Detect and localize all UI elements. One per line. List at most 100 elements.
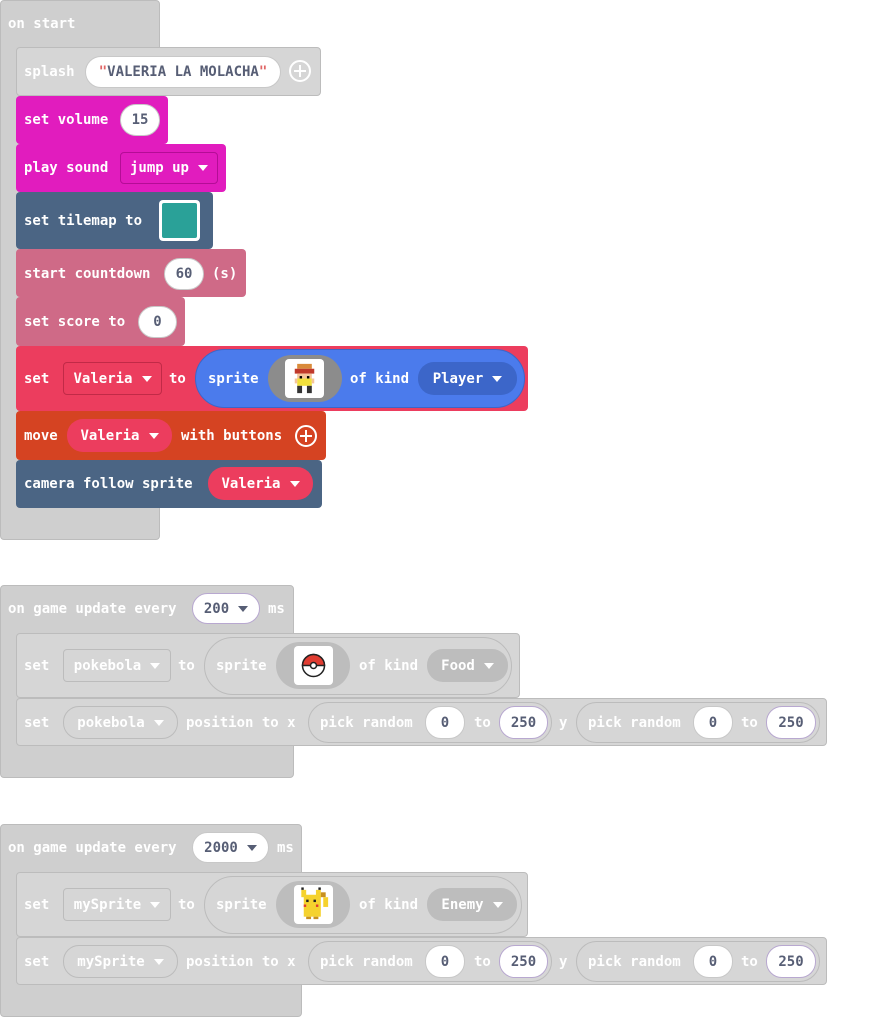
position-variable-dropdown[interactable]: mySprite xyxy=(63,945,178,978)
position-variable-value: pokebola xyxy=(77,714,145,731)
player-variable-dropdown[interactable]: Valeria xyxy=(63,362,162,395)
dropdown-caret-icon xyxy=(198,165,208,171)
to-label: to xyxy=(741,715,758,731)
play-sound-label: play sound xyxy=(24,160,109,176)
set-label: set xyxy=(24,715,50,731)
food-variable-value: pokebola xyxy=(73,657,142,674)
position-variable-value: mySprite xyxy=(77,953,145,970)
camera-variable-dropdown[interactable]: Valeria xyxy=(208,467,313,500)
splash-quote-open: " xyxy=(98,64,108,80)
set-label: set xyxy=(24,897,50,913)
set-label: set xyxy=(24,954,50,970)
player-variable-value: Valeria xyxy=(73,370,133,387)
dropdown-caret-icon xyxy=(141,375,152,382)
splash-label: splash xyxy=(24,64,75,80)
tilemap-preview-icon xyxy=(162,203,197,238)
dropdown-caret-icon xyxy=(153,958,164,965)
y-from-field[interactable]: 0 xyxy=(693,945,733,978)
sprite-label: sprite xyxy=(216,897,267,913)
kind-dropdown[interactable]: Enemy xyxy=(427,888,517,921)
dropdown-caret-icon xyxy=(483,662,494,669)
plus-icon[interactable] xyxy=(295,425,317,447)
food-variable-dropdown[interactable]: pokebola xyxy=(63,649,171,682)
y-label: y xyxy=(559,954,568,970)
y-to-field[interactable]: 250 xyxy=(766,706,816,739)
of-kind-label: of kind xyxy=(350,371,410,387)
kind-dropdown[interactable]: Food xyxy=(427,649,508,682)
x-to-field[interactable]: 250 xyxy=(499,945,548,978)
move-variable-dropdown[interactable]: Valeria xyxy=(67,419,172,452)
of-kind-label: of kind xyxy=(359,658,419,674)
dropdown-caret-icon xyxy=(153,719,164,726)
x-from-field[interactable]: 0 xyxy=(425,706,465,739)
enemy-variable-dropdown[interactable]: mySprite xyxy=(63,888,171,921)
dropdown-caret-icon xyxy=(148,432,159,439)
game-update-label: on game update every xyxy=(8,840,177,856)
position-variable-dropdown[interactable]: pokebola xyxy=(63,706,178,739)
player-sprite-svg xyxy=(294,363,315,394)
dropdown-caret-icon xyxy=(238,605,249,612)
position-to-x-label: position to x xyxy=(186,715,296,731)
pokeball-svg xyxy=(301,653,326,678)
pikachu-icon[interactable] xyxy=(294,885,333,924)
set-label: set xyxy=(24,371,50,387)
kind-dropdown[interactable]: Player xyxy=(418,362,517,395)
score-field[interactable]: 0 xyxy=(138,306,177,338)
of-kind-label: of kind xyxy=(359,897,419,913)
interval-dropdown[interactable]: 200 xyxy=(192,593,260,624)
set-tilemap-label: set tilemap to xyxy=(24,213,143,229)
interval-unit: ms xyxy=(268,601,285,617)
sprite-label: sprite xyxy=(208,371,259,387)
set-label: set xyxy=(24,658,50,674)
start-countdown-label: start countdown xyxy=(24,266,151,282)
y-label: y xyxy=(559,715,568,731)
dropdown-caret-icon xyxy=(150,662,161,669)
sprite-label: sprite xyxy=(216,658,267,674)
volume-field[interactable]: 15 xyxy=(120,104,160,136)
countdown-field[interactable]: 60 xyxy=(164,258,204,290)
pokeball-icon[interactable] xyxy=(294,646,333,685)
camera-variable-value: Valeria xyxy=(221,475,281,492)
to-label: to xyxy=(741,954,758,970)
interval-dropdown[interactable]: 2000 xyxy=(192,832,269,863)
splash-quote-close: " xyxy=(258,64,268,80)
dropdown-caret-icon xyxy=(246,844,257,851)
x-from-field[interactable]: 0 xyxy=(425,945,465,978)
splash-value: VALERIA LA MOLACHA xyxy=(107,64,259,80)
move-variable-value: Valeria xyxy=(80,427,140,444)
plus-icon[interactable] xyxy=(289,60,311,82)
y-to-field[interactable]: 250 xyxy=(766,945,816,978)
to-label: to xyxy=(169,371,186,387)
position-to-x-label: position to x xyxy=(186,954,296,970)
to-label: to xyxy=(474,954,491,970)
pikachu-svg xyxy=(301,887,329,920)
kind-value: Player xyxy=(432,370,484,387)
interval-value: 200 xyxy=(203,600,230,617)
dropdown-caret-icon xyxy=(150,901,161,908)
set-volume-label: set volume xyxy=(24,112,109,128)
pick-random-label: pick random xyxy=(588,954,681,970)
camera-label: camera follow sprite xyxy=(24,476,193,492)
interval-unit: ms xyxy=(277,840,294,856)
pick-random-label: pick random xyxy=(320,715,413,731)
splash-text-field[interactable]: " VALERIA LA MOLACHA " xyxy=(85,56,281,88)
interval-value: 2000 xyxy=(204,839,238,856)
game-update-label: on game update every xyxy=(8,601,177,617)
to-label: to xyxy=(178,658,195,674)
pick-random-label: pick random xyxy=(588,715,681,731)
dropdown-caret-icon xyxy=(289,480,300,487)
x-to-field[interactable]: 250 xyxy=(499,706,548,739)
to-label: to xyxy=(474,715,491,731)
sound-value: jump up xyxy=(129,160,189,176)
kind-value: Food xyxy=(441,657,475,674)
to-label: to xyxy=(178,897,195,913)
sound-dropdown[interactable]: jump up xyxy=(120,152,218,184)
tilemap-picker[interactable] xyxy=(159,200,200,241)
player-sprite-icon[interactable] xyxy=(285,359,324,398)
enemy-variable-value: mySprite xyxy=(73,896,142,913)
move-label: move xyxy=(24,428,58,444)
dropdown-caret-icon xyxy=(492,901,503,908)
pick-random-label: pick random xyxy=(320,954,413,970)
y-from-field[interactable]: 0 xyxy=(693,706,733,739)
on-start-label: on start xyxy=(8,16,76,32)
